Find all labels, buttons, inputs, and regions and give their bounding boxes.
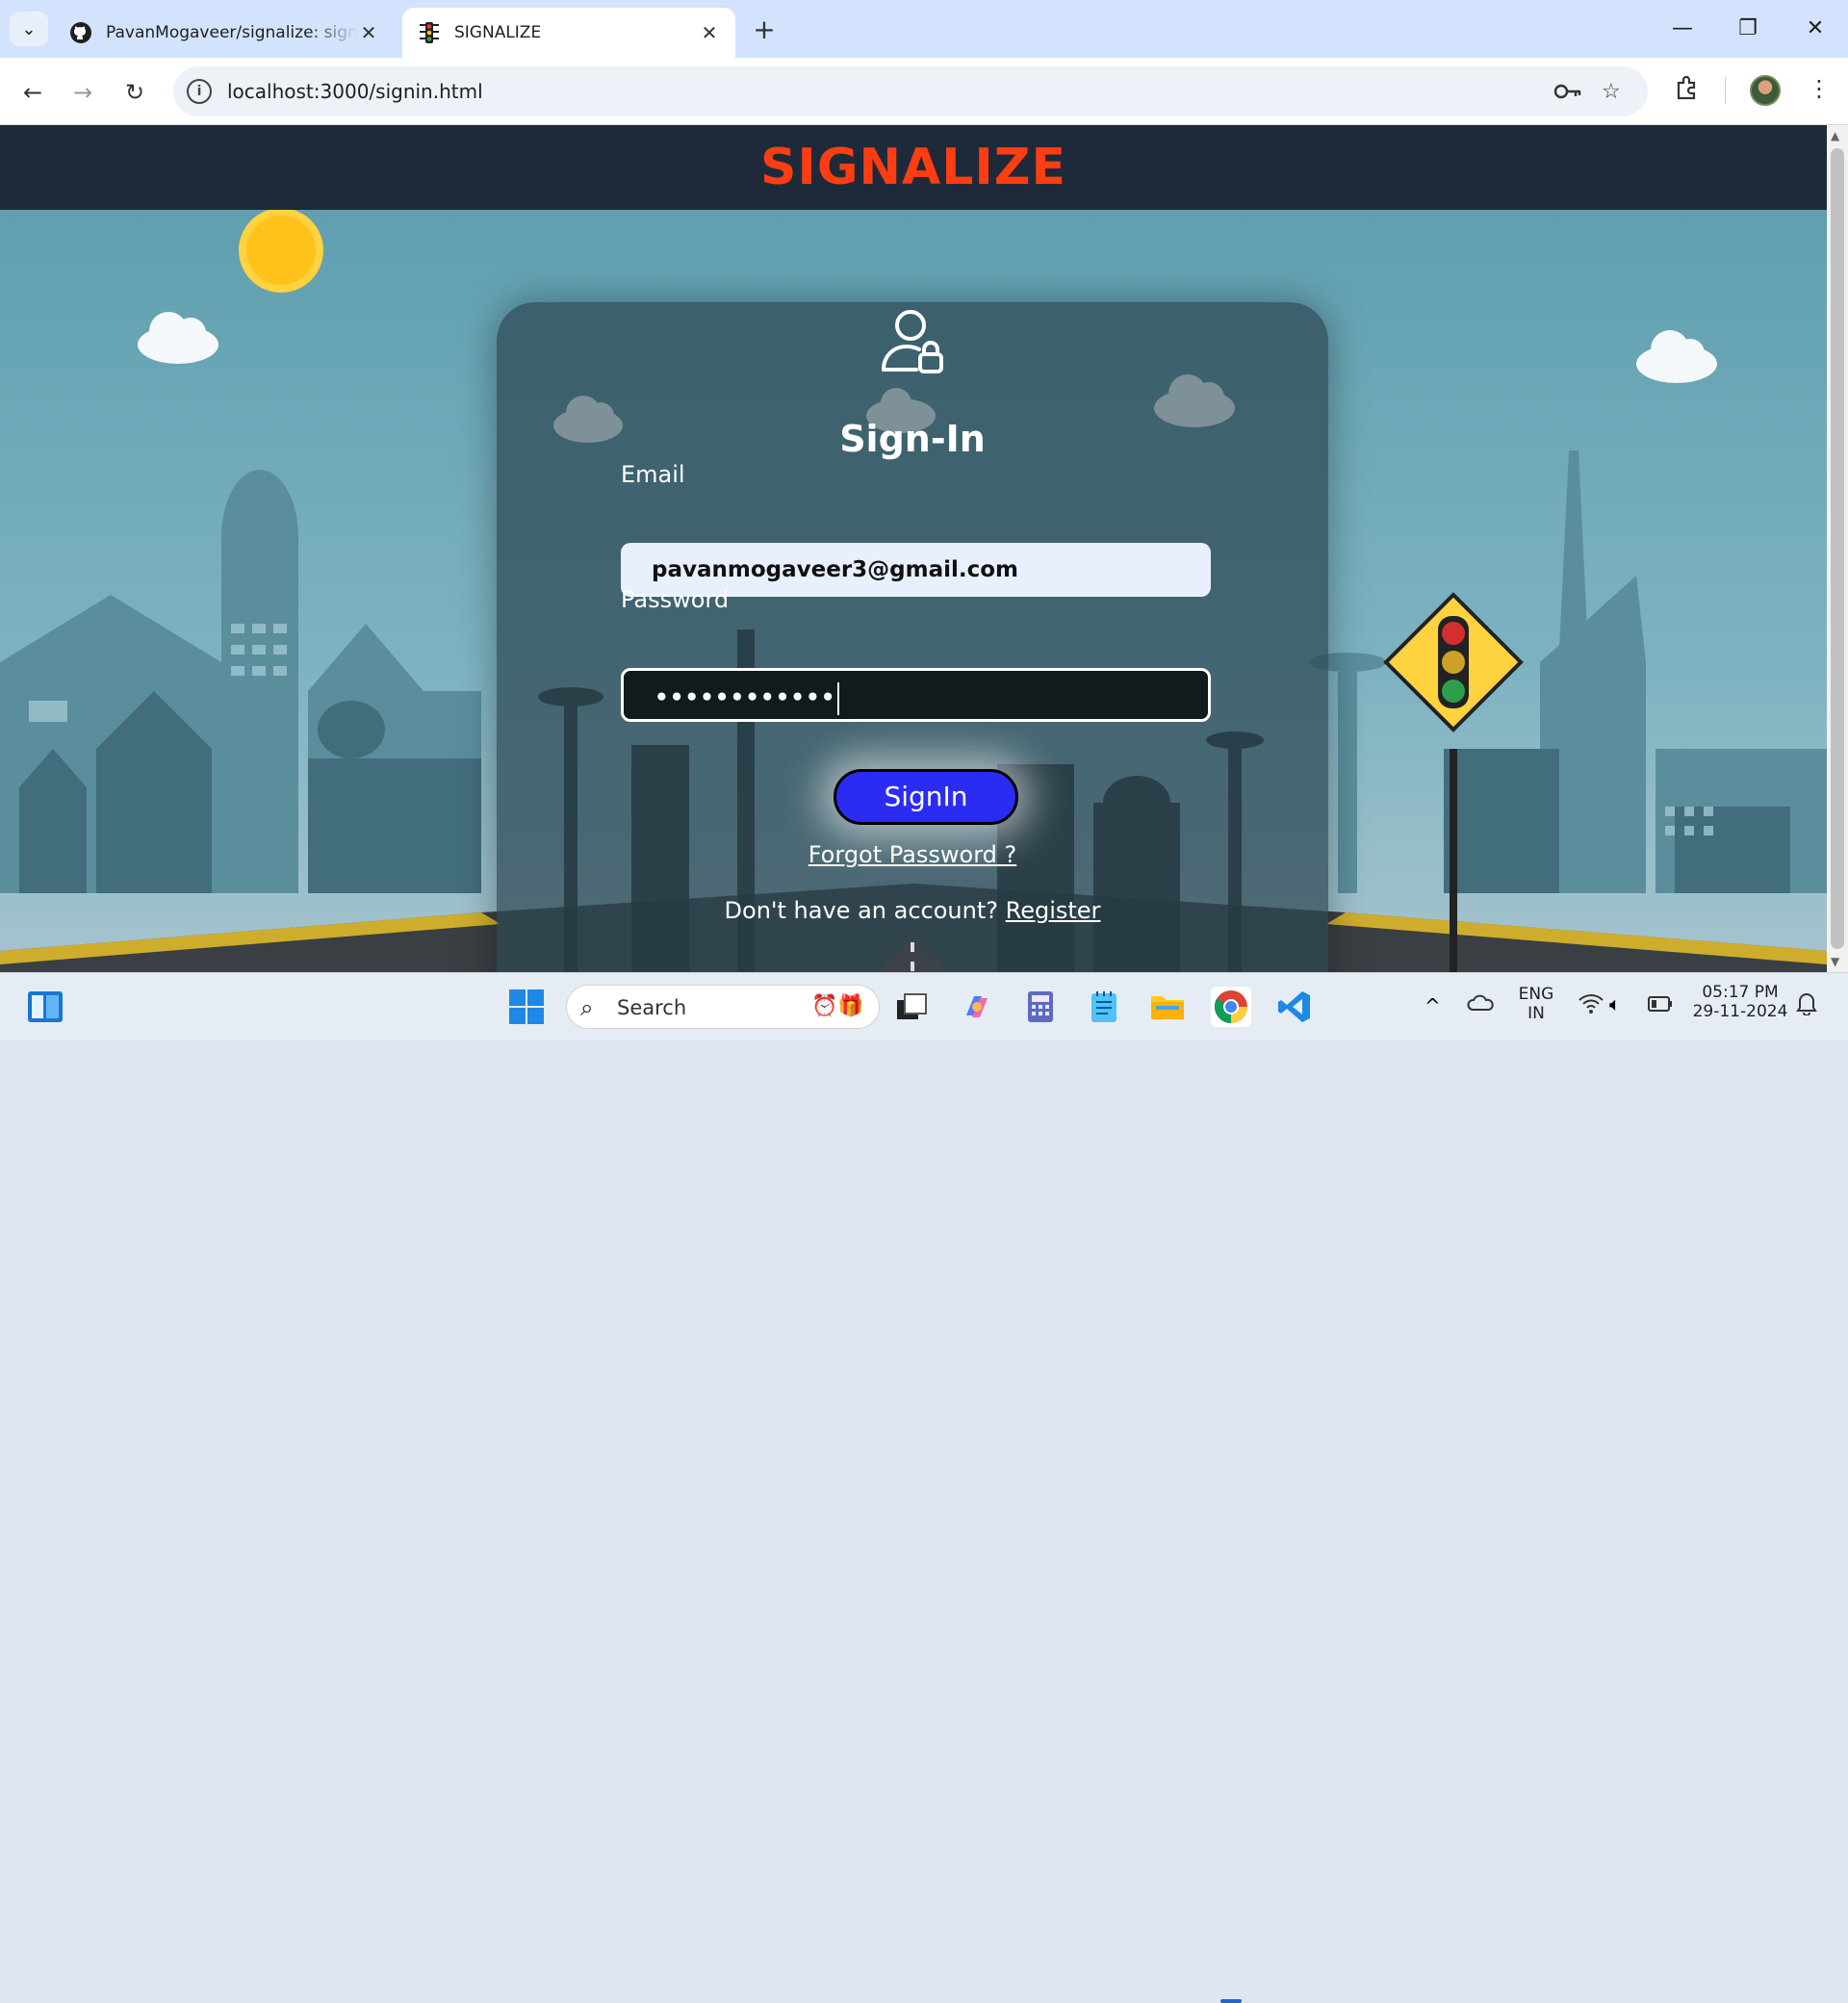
toolbar-divider: [1725, 77, 1726, 104]
taskbar-search[interactable]: ⌕ Search ⏰🎁: [566, 985, 880, 1029]
copilot-icon[interactable]: [957, 987, 997, 1027]
signin-card: Sign-In Email pavanmogaveer3@gmail.com P…: [497, 302, 1328, 972]
password-label: Password: [621, 586, 730, 613]
battery-icon[interactable]: [1648, 996, 1673, 1015]
register-row: Don't have an account? Register: [497, 897, 1328, 924]
no-account-text: Don't have an account?: [724, 897, 998, 924]
user-lock-icon: [880, 308, 947, 379]
back-icon[interactable]: ←: [13, 73, 52, 112]
restore-icon[interactable]: ❐: [1721, 10, 1775, 48]
tab-title: PavanMogaveer/signalize: signa: [106, 23, 358, 42]
scrollbar-thumb[interactable]: [1831, 148, 1844, 949]
register-link[interactable]: Register: [1006, 897, 1101, 924]
windows-start-icon[interactable]: [506, 987, 547, 1027]
reload-icon[interactable]: ↻: [116, 73, 154, 112]
text-caret: [837, 681, 840, 715]
clock[interactable]: 05:17 PM 29-11-2024: [1692, 983, 1788, 1021]
browser-toolbar: ← → ↻ i localhost:3000/signin.html ☆ ⋮: [0, 58, 1848, 125]
chevron-down-icon: ⌄: [21, 18, 37, 39]
region-code: IN: [1527, 1004, 1545, 1023]
password-field[interactable]: ••••••••••••: [621, 668, 1211, 722]
vscode-icon[interactable]: [1274, 987, 1315, 1027]
city-background: Sign-In Email pavanmogaveer3@gmail.com P…: [0, 210, 1827, 972]
profile-avatar[interactable]: [1750, 75, 1781, 106]
email-label: Email: [621, 461, 685, 488]
web-page: SIGNALIZE Sign-In Email pavanmogaveer3@g…: [0, 125, 1827, 972]
signin-button[interactable]: SignIn: [834, 769, 1018, 825]
calculator-icon[interactable]: [1020, 987, 1061, 1027]
search-icon: ⌕: [580, 994, 594, 1021]
site-header: SIGNALIZE: [0, 125, 1827, 210]
clock-date: 29-11-2024: [1692, 1002, 1788, 1021]
scroll-up-icon[interactable]: ▲: [1831, 129, 1839, 142]
password-key-icon[interactable]: [1553, 80, 1582, 109]
onedrive-icon[interactable]: [1467, 992, 1496, 1017]
new-tab-button[interactable]: +: [747, 13, 782, 48]
address-bar[interactable]: i localhost:3000/signin.html ☆: [173, 66, 1648, 116]
tab-search-button[interactable]: ⌄: [10, 12, 48, 46]
notepad-icon[interactable]: [1084, 987, 1124, 1027]
volume-icon[interactable]: 🔈︎: [1609, 992, 1621, 1015]
search-highlight-icon: ⏰🎁: [811, 994, 864, 1018]
close-icon[interactable]: ✕: [699, 22, 720, 43]
language-indicator[interactable]: ENG IN: [1515, 985, 1557, 1023]
tab-strip: ⌄ PavanMogaveer/signalize: signa ✕ SIGNA…: [0, 0, 1848, 58]
wifi-icon[interactable]: [1578, 992, 1604, 1017]
password-value: ••••••••••••: [654, 685, 836, 710]
signin-title: Sign-In: [839, 418, 986, 460]
search-placeholder: Search: [617, 996, 687, 1019]
extensions-icon[interactable]: [1675, 75, 1700, 106]
widgets-icon[interactable]: [25, 987, 65, 1027]
clock-time: 05:17 PM: [1702, 983, 1779, 1002]
chrome-icon[interactable]: [1211, 987, 1251, 1027]
taskbar: ⌕ Search ⏰🎁 ^ ENG IN 🔈︎ 05:17 PM 29-11-2…: [0, 972, 1848, 2003]
language-code: ENG: [1518, 985, 1554, 1004]
forgot-password-row: Forgot Password ?: [497, 841, 1328, 868]
forward-icon[interactable]: →: [64, 73, 102, 112]
tab-signalize[interactable]: SIGNALIZE ✕: [402, 8, 735, 58]
chevron-up-icon[interactable]: ^: [1424, 994, 1441, 1017]
close-window-icon[interactable]: ✕: [1788, 10, 1842, 48]
sun-icon: [239, 210, 323, 293]
page-scrollbar[interactable]: ▲ ▼: [1827, 125, 1848, 972]
minimize-icon[interactable]: —: [1656, 10, 1709, 48]
task-view-icon[interactable]: [891, 987, 932, 1027]
file-explorer-icon[interactable]: [1147, 987, 1188, 1027]
forgot-password-link[interactable]: Forgot Password ?: [808, 841, 1017, 868]
scroll-down-icon[interactable]: ▼: [1831, 955, 1839, 968]
more-menu-icon[interactable]: ⋮: [1808, 75, 1831, 102]
site-logo: SIGNALIZE: [760, 139, 1066, 196]
notification-bell-icon[interactable]: [1796, 990, 1817, 1021]
active-app-indicator: [1220, 1999, 1242, 2003]
bookmark-star-icon[interactable]: ☆: [1602, 80, 1621, 104]
traffic-light-icon: [418, 21, 441, 44]
tab-title: SIGNALIZE: [454, 23, 542, 42]
github-icon: [69, 21, 92, 44]
close-icon[interactable]: ✕: [358, 22, 379, 43]
tab-github[interactable]: PavanMogaveer/signalize: signa ✕: [54, 8, 395, 58]
url-text[interactable]: localhost:3000/signin.html: [227, 80, 483, 103]
card-background-illustration: [538, 374, 1264, 972]
site-info-icon[interactable]: i: [187, 79, 212, 104]
